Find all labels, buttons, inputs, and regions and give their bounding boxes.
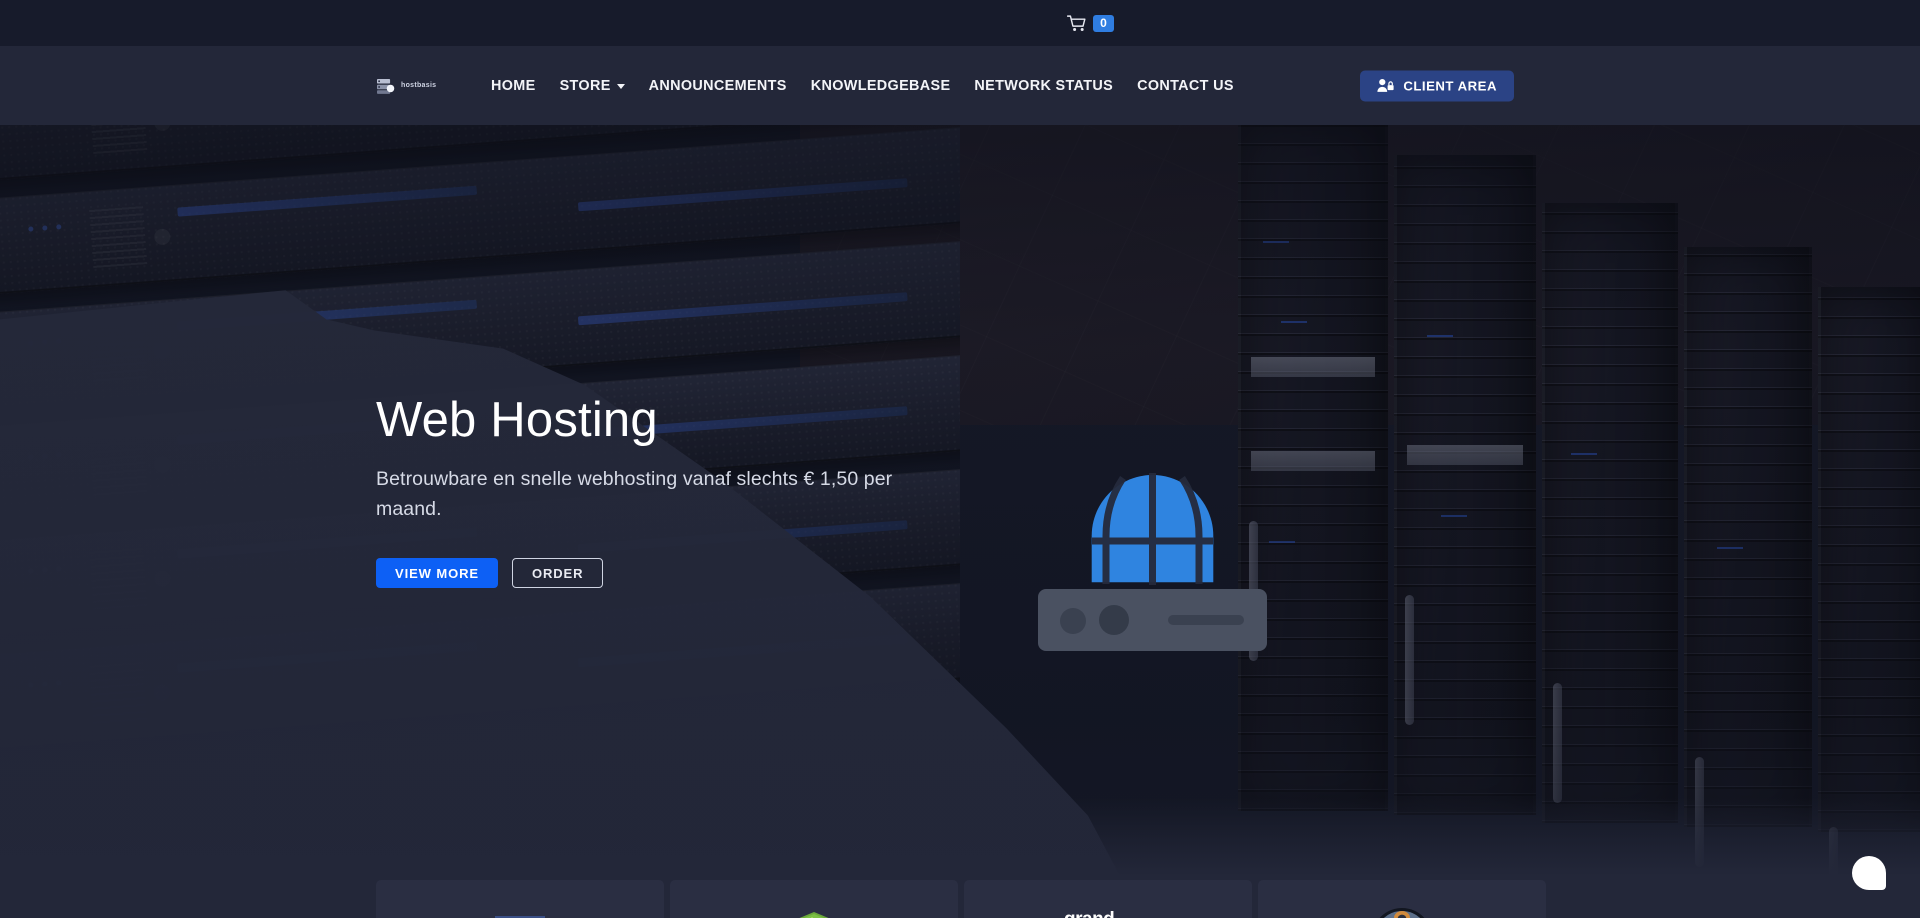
chevron-down-icon [616,84,625,89]
product-card-row: grand theft auto FIVE [376,880,1546,918]
nav-item-store[interactable]: STORE [548,70,637,102]
gta-v-logo-icon: grand theft auto FIVE [1064,909,1115,918]
chat-widget-button[interactable] [1842,846,1896,900]
browser-window-globe-icon [495,916,545,918]
cart-count-badge[interactable]: 0 [1093,14,1114,32]
nav-item-home[interactable]: HOME [479,70,548,102]
hero-action-buttons: VIEW MORE ORDER [376,558,916,589]
hero-title: Web Hosting [376,393,658,447]
product-card-grand-theft-auto-v[interactable]: grand theft auto FIVE [964,880,1252,918]
brand-name-text: hostbasis [401,82,437,89]
nav-item-knowledgebase-label: KNOWLEDGEBASE [810,77,951,94]
nav-item-home-label: HOME [491,77,536,94]
nav-item-contact-us[interactable]: CONTACT US [1125,70,1246,102]
satisfactory-logo-icon: SATISFACTORY [1379,908,1425,918]
product-card-satisfactory[interactable]: SATISFACTORY [1258,880,1546,918]
top-utility-bar: 0 [0,0,1920,46]
client-area-button[interactable]: CLIENT AREA [1360,70,1514,101]
globe-over-server-icon [1035,465,1270,695]
page-root: 0 hostbasis HOME STORE ANNOUNCEMENTS KNO… [0,0,1920,918]
nav-item-network-status-label: NETWORK STATUS [974,77,1114,94]
hero-subtitle: Betrouwbare en snelle webhosting vanaf s… [376,467,893,520]
chat-bubble-icon [1852,856,1886,890]
site-header: hostbasis HOME STORE ANNOUNCEMENTS KNOWL… [0,46,1920,125]
nav-item-store-label: STORE [559,77,611,94]
nav-item-announcements[interactable]: ANNOUNCEMENTS [637,70,799,102]
hero-section: Web Hosting Betrouwbare en snelle webhos… [0,125,1920,918]
nav-item-announcements-label: ANNOUNCEMENTS [648,77,787,94]
main-navigation: HOME STORE ANNOUNCEMENTS KNOWLEDGEBASE N… [479,70,1246,102]
user-lock-icon [1377,79,1394,92]
product-card-minecraft[interactable] [670,880,958,918]
nav-item-contact-us-label: CONTACT US [1137,77,1234,94]
server-stack-logo-icon [377,78,395,94]
shopping-cart-icon[interactable] [1067,14,1086,32]
svg-text:grand: grand [1064,909,1114,918]
nav-item-network-status[interactable]: NETWORK STATUS [962,70,1125,102]
product-card-web-hosting[interactable] [376,880,664,918]
hero-content: Web Hosting Betrouwbare en snelle webhos… [376,393,916,589]
order-button[interactable]: ORDER [511,558,604,589]
view-more-button[interactable]: VIEW MORE [376,558,498,589]
brand-logo-link[interactable]: hostbasis [376,77,436,95]
nav-item-knowledgebase[interactable]: KNOWLEDGEBASE [799,70,963,102]
minecraft-grass-block-icon [799,912,829,918]
cart-widget[interactable]: 0 [1067,14,1114,32]
client-area-button-label: CLIENT AREA [1403,78,1497,93]
